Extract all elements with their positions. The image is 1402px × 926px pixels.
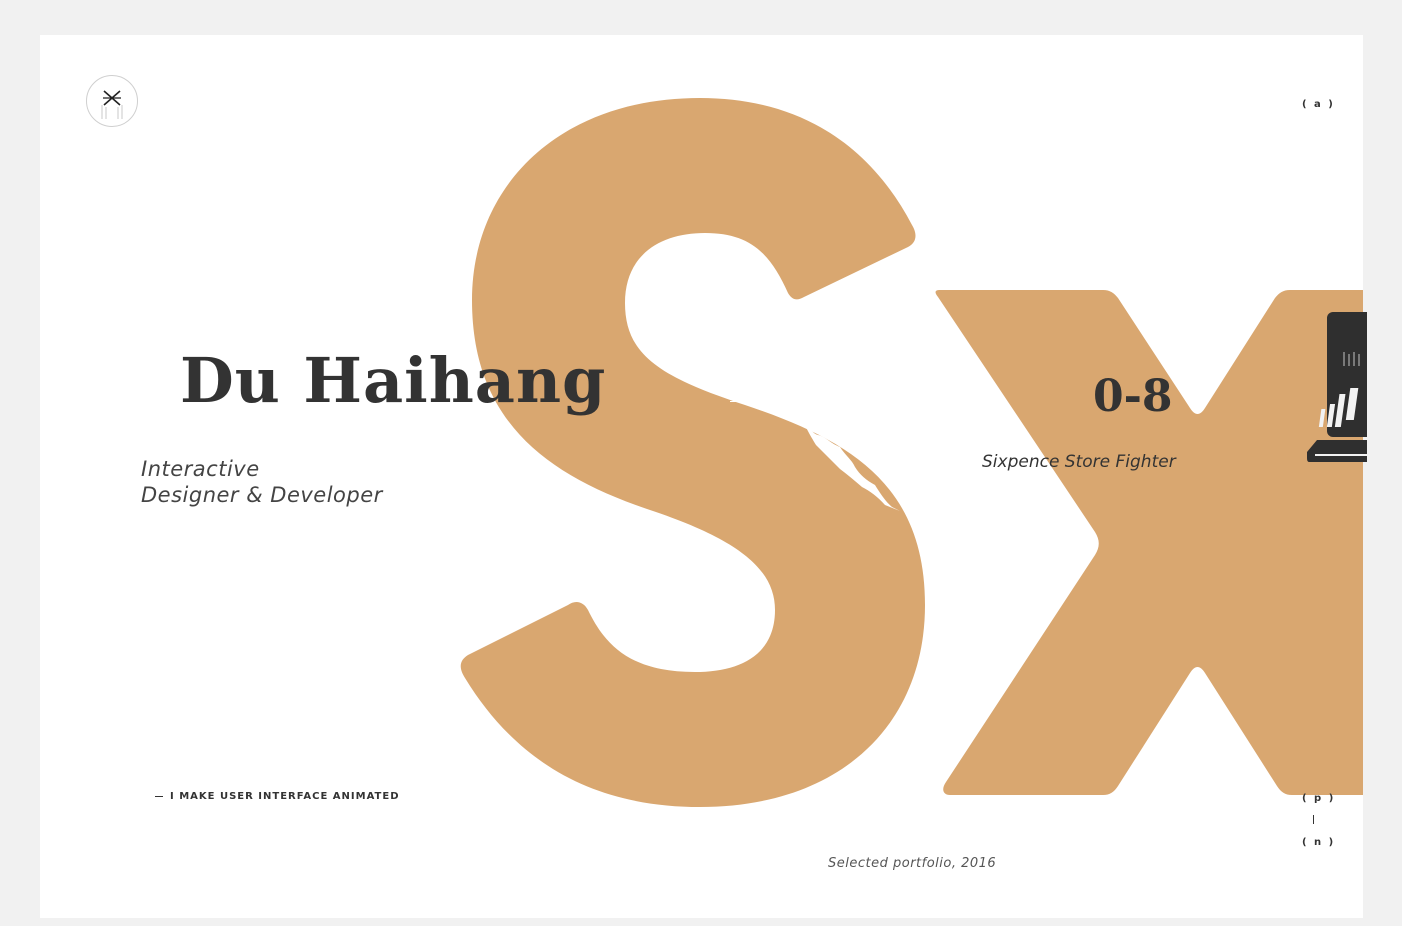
logo-button[interactable] (86, 75, 138, 127)
laptop-preview-image[interactable] (1287, 312, 1367, 467)
project-counter: 0-8 (1093, 371, 1173, 422)
designer-name: Du Haihang (180, 344, 607, 417)
nav-about-link[interactable]: ( a ) (1302, 99, 1335, 110)
designer-role: Interactive Designer & Developer (141, 456, 383, 508)
nav-next-link[interactable]: ( n ) (1302, 837, 1335, 848)
role-line-2: Designer & Developer (141, 483, 383, 507)
nav-prev-link[interactable]: ( p ) (1302, 793, 1335, 804)
portfolio-card: Du Haihang Interactive Designer & Develo… (40, 35, 1363, 918)
tagline-dash (155, 795, 163, 797)
tagline: I MAKE USER INTERFACE ANIMATED (155, 791, 400, 802)
nav-separator (1313, 815, 1314, 824)
project-title-link[interactable]: Sixpence Store Fighter (982, 452, 1176, 472)
letter-s-shape (460, 98, 925, 807)
monogram-x-icon (101, 90, 123, 119)
tagline-text: I MAKE USER INTERFACE ANIMATED (170, 791, 400, 802)
role-line-1: Interactive (141, 457, 260, 481)
footer-caption: Selected portfolio, 2016 (828, 856, 997, 871)
divider-line (730, 401, 785, 402)
